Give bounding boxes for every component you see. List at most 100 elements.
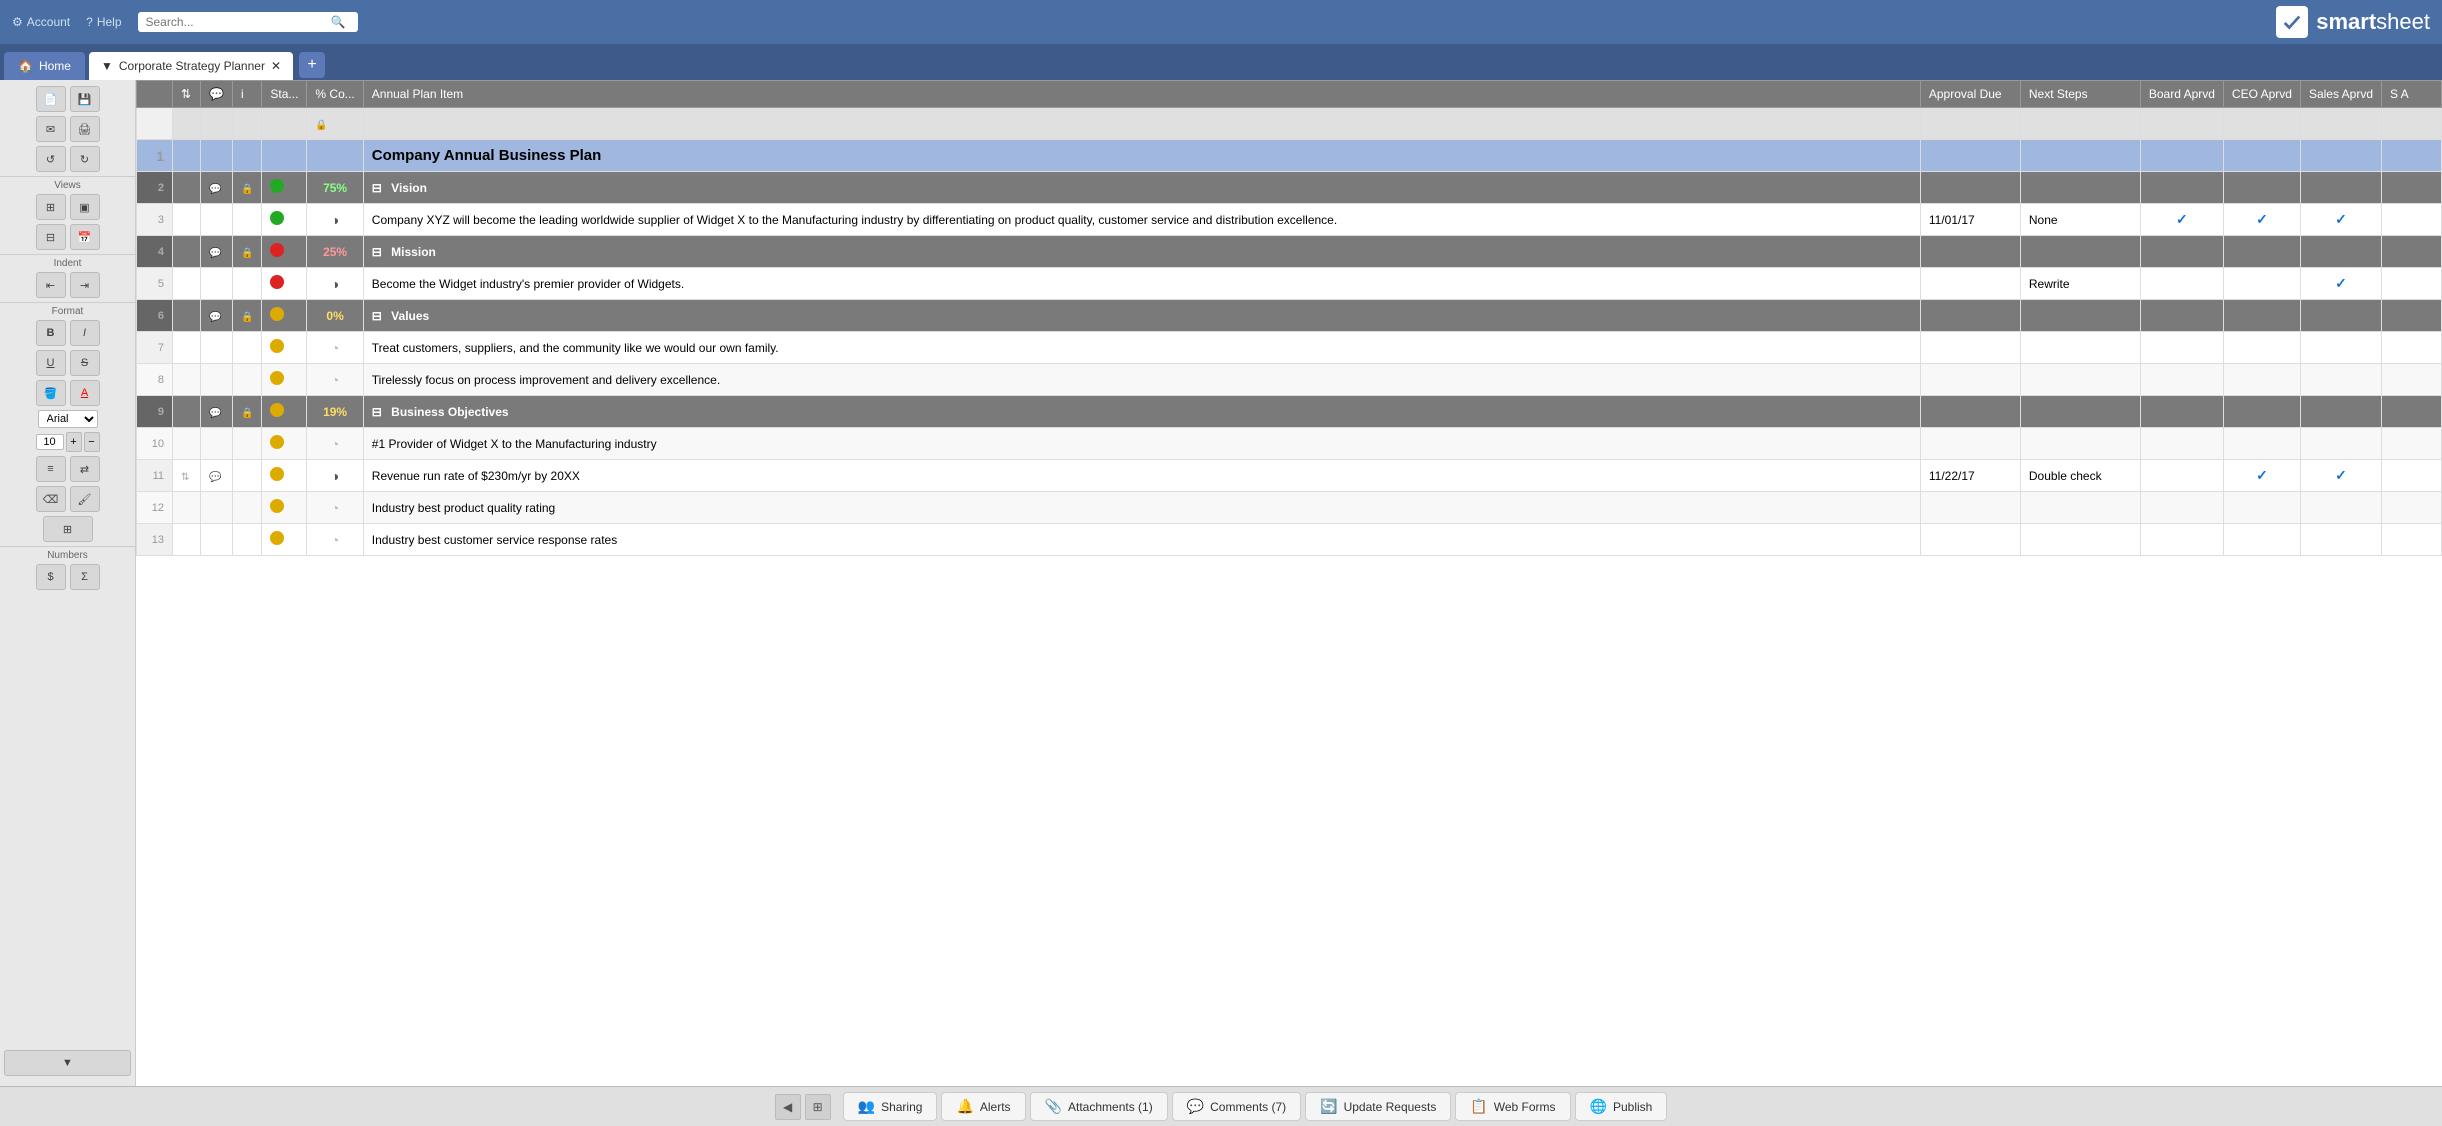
main-cell[interactable]: Industry best product quality rating [363,492,1920,524]
search-icon[interactable]: 🔍 [331,15,346,29]
ceo-cell: ✓ [2223,204,2300,236]
col-status-header: Sta... [262,81,307,108]
add-tab-button[interactable]: + [299,52,325,78]
row-number: 3 [137,204,173,236]
table-row[interactable]: 1 Company Annual Business Plan [137,140,2442,172]
outdent-button[interactable]: ⇤ [36,272,66,298]
wrap-text-button[interactable]: ⇄ [70,456,100,482]
grid-view-button[interactable]: ⊞ [36,194,66,220]
main-cell[interactable]: Company XYZ will become the leading worl… [363,204,1920,236]
main-cell[interactable]: ⊟ Values [363,300,1920,332]
table-row[interactable]: 7 ◔ Treat customers, suppliers, and the … [137,332,2442,364]
grid-container: ⇅ 💬 i Sta... % Co... Annual Plan Item Ap… [136,80,2442,1086]
comment-cell [201,524,233,556]
publish-icon: 🌐 [1590,1098,1607,1115]
board-cell [2140,268,2223,300]
move-cell [173,108,201,140]
table-row[interactable]: 4 💬 🔒 25% ⊟ Mission [137,236,2442,268]
tab-sheet[interactable]: ▼ Corporate Strategy Planner ✕ [89,52,293,80]
main-cell[interactable]: Tirelessly focus on process improvement … [363,364,1920,396]
expand-sidebar-button[interactable]: ▼ [4,1050,131,1076]
sharing-button[interactable]: 👥 Sharing [843,1092,938,1121]
clear-format-button[interactable]: ⌫ [36,486,66,512]
row-number: 6 [137,300,173,332]
font-selector[interactable]: Arial [38,410,98,428]
redo-button[interactable]: ↻ [70,146,100,172]
main-cell[interactable]: ⊟ Vision [363,172,1920,204]
indent-button[interactable]: ⇥ [70,272,100,298]
table-row[interactable]: 8 ◔ Tirelessly focus on process improvem… [137,364,2442,396]
main-cell[interactable]: Revenue run rate of $230m/yr by 20XX [363,460,1920,492]
fill-color-button[interactable]: 🪣 [36,380,66,406]
nav-fit-button[interactable]: ⊞ [805,1094,831,1120]
nextsteps-cell [2020,364,2140,396]
main-cell[interactable]: #1 Provider of Widget X to the Manufactu… [363,428,1920,460]
row-number: 7 [137,332,173,364]
nextsteps-cell [2020,396,2140,428]
comments-button[interactable]: 💬 Comments (7) [1172,1092,1301,1121]
conditional-format-button[interactable]: ⊞ [43,516,93,542]
account-menu[interactable]: ⚙ Account [12,15,70,29]
pct-cell: ◑ [307,460,363,492]
main-cell[interactable]: Treat customers, suppliers, and the comm… [363,332,1920,364]
tab-close-icon[interactable]: ✕ [271,59,281,73]
calendar-view-button[interactable]: 📅 [70,224,100,250]
table-row[interactable]: 🔒 [137,108,2442,140]
attachments-button[interactable]: 📎 Attachments (1) [1030,1092,1168,1121]
font-color-icon: A [81,387,88,399]
formula-button[interactable]: Σ [70,564,100,590]
new-button[interactable]: 📄 [36,86,66,112]
publish-button[interactable]: 🌐 Publish [1575,1092,1668,1121]
alerts-button[interactable]: 🔔 Alerts [941,1092,1025,1121]
web-forms-button[interactable]: 📋 Web Forms [1455,1092,1570,1121]
nav-prev-button[interactable]: ◀ [775,1094,801,1120]
font-size-input[interactable] [36,434,64,450]
main-cell[interactable]: Become the Widget industry's premier pro… [363,268,1920,300]
table-row[interactable]: 10 ◔ #1 Provider of Widget X to the Manu… [137,428,2442,460]
strikethrough-button[interactable]: S [70,350,100,376]
format-painter-button[interactable]: 🖌 [70,486,100,512]
font-size-decrease[interactable]: − [84,432,100,452]
sales-cell [2300,524,2381,556]
move-cell: ⇅ [173,460,201,492]
gantt-view-button[interactable]: ⊟ [36,224,66,250]
table-row[interactable]: 13 ◔ Industry best customer service resp… [137,524,2442,556]
pct-cell: ◑ [307,268,363,300]
main-cell[interactable]: ⊟ Business Objectives [363,396,1920,428]
table-row[interactable]: 9 💬 🔒 19% ⊟ Business Objectives [137,396,2442,428]
table-row[interactable]: 12 ◔ Industry best product quality ratin… [137,492,2442,524]
font-color-button[interactable]: A [70,380,100,406]
underline-button[interactable]: U [36,350,66,376]
move-cell [173,236,201,268]
views-label: Views [0,176,135,192]
table-row[interactable]: 2 💬 🔒 75% ⊟ Vision [137,172,2442,204]
save-button[interactable]: 💾 [70,86,100,112]
status-dot [270,307,284,321]
table-row[interactable]: 6 💬 🔒 0% ⊟ Values [137,300,2442,332]
table-row[interactable]: 5 ◑ Become the Widget industry's premier… [137,268,2442,300]
email-button[interactable]: ✉ [36,116,66,142]
search-input[interactable] [146,15,331,29]
align-left-button[interactable]: ≡ [36,456,66,482]
undo-button[interactable]: ↺ [36,146,66,172]
bold-button[interactable]: B [36,320,66,346]
currency-button[interactable]: $ [36,564,66,590]
main-cell[interactable]: Industry best customer service response … [363,524,1920,556]
table-row[interactable]: 11 ⇅ 💬 ◑ Revenue run rate of $230m/yr by… [137,460,2442,492]
sales-cell [2300,236,2381,268]
update-requests-label: Update Requests [1344,1100,1437,1114]
main-cell[interactable]: Company Annual Business Plan [363,140,1920,172]
comment-cell [201,204,233,236]
tab-home[interactable]: 🏠 Home [4,52,85,80]
italic-button[interactable]: I [70,320,100,346]
table-row[interactable]: 3 ◑ Company XYZ will become the leading … [137,204,2442,236]
approval-cell [1920,364,2020,396]
main-cell[interactable]: ⊟ Mission [363,236,1920,268]
board-cell [2140,428,2223,460]
print-button[interactable]: 🖨 [70,116,100,142]
card-view-button[interactable]: ▣ [70,194,100,220]
update-requests-button[interactable]: 🔄 Update Requests [1305,1092,1451,1121]
search-bar[interactable]: 🔍 [138,12,358,32]
help-menu[interactable]: ? Help [86,15,121,29]
font-size-increase[interactable]: + [66,432,82,452]
